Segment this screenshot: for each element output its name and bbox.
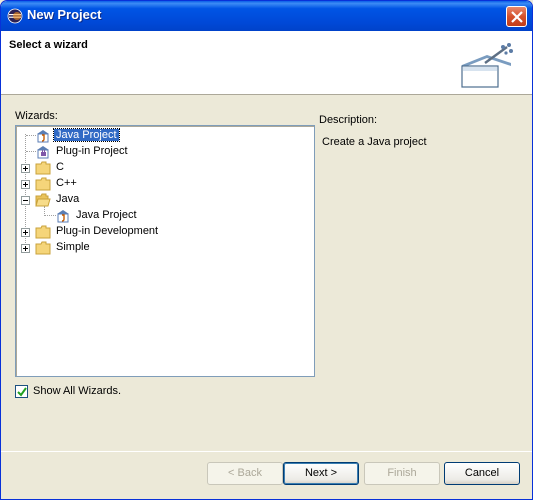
- tree-item-java[interactable]: Java: [16, 192, 314, 208]
- expand-icon[interactable]: [21, 244, 30, 253]
- cancel-button[interactable]: Cancel: [444, 462, 520, 485]
- wizard-tree[interactable]: Java Project Plug-in Project C C++ Java …: [15, 125, 315, 377]
- tree-item-label: C++: [56, 177, 77, 189]
- expand-icon[interactable]: [21, 180, 30, 189]
- title-bar[interactable]: New Project: [1, 1, 532, 31]
- checkmark-icon: [17, 387, 27, 397]
- new-project-dialog: New Project Select a wizard Wizards: Jav…: [0, 0, 533, 500]
- tree-item-c[interactable]: C: [16, 160, 314, 176]
- close-button[interactable]: [506, 6, 527, 27]
- expand-icon[interactable]: [21, 164, 30, 173]
- tree-item-plugin-development[interactable]: Plug-in Development: [16, 224, 314, 240]
- java-project-icon: [57, 210, 69, 223]
- tree-item-label: Java Project: [53, 128, 120, 142]
- collapse-icon[interactable]: [21, 196, 30, 205]
- folder-icon: [35, 241, 51, 255]
- description-label: Description:: [319, 114, 378, 126]
- tree-item-simple[interactable]: Simple: [16, 240, 314, 256]
- folder-icon: [35, 225, 51, 239]
- finish-button[interactable]: Finish: [364, 462, 440, 485]
- folder-icon: [35, 161, 51, 175]
- next-button[interactable]: Next >: [283, 462, 359, 485]
- eclipse-icon: [7, 8, 23, 24]
- tree-item-label: Java Project: [76, 209, 137, 221]
- folder-open-icon: [35, 193, 51, 207]
- tree-item-cpp[interactable]: C++: [16, 176, 314, 192]
- checkbox-box[interactable]: [15, 385, 28, 398]
- new-wizard-banner-icon: [461, 43, 513, 88]
- tree-item-label: Java: [56, 193, 80, 205]
- divider: [1, 451, 532, 452]
- tree-item-label: Plug-in Development: [56, 225, 159, 237]
- show-all-wizards-label: Show All Wizards.: [33, 385, 122, 397]
- expand-icon[interactable]: [21, 228, 30, 237]
- plugin-project-icon: [37, 146, 49, 159]
- folder-icon: [35, 177, 51, 191]
- window-title: New Project: [27, 7, 102, 22]
- tree-item-label: Simple: [56, 241, 90, 253]
- close-icon: [511, 11, 523, 23]
- wizards-label: Wizards:: [15, 110, 58, 122]
- description-text: Create a Java project: [322, 136, 427, 148]
- java-project-icon: [37, 130, 49, 143]
- tree-item-label: Plug-in Project: [56, 145, 128, 157]
- tree-item-java-project-child[interactable]: Java Project: [16, 208, 314, 224]
- tree-item-plugin-project[interactable]: Plug-in Project: [16, 144, 314, 160]
- page-title: Select a wizard: [9, 39, 88, 51]
- back-button[interactable]: < Back: [207, 462, 283, 485]
- wizard-header: Select a wizard: [1, 31, 532, 95]
- tree-item-java-project[interactable]: Java Project: [16, 128, 314, 144]
- tree-item-label: C: [56, 161, 64, 173]
